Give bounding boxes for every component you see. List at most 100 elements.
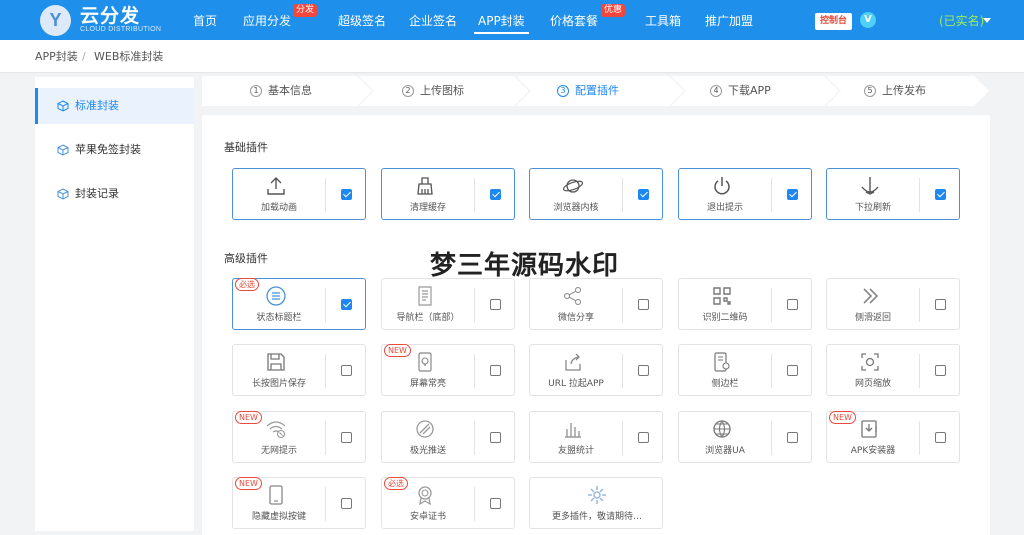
nav-item-enterprise-sign[interactable]: 企业签名 [409,0,457,40]
plugin-label: 屏幕常亮 [409,379,446,389]
plugin-label: 状态标题栏 [256,313,302,323]
advanced-plugin-card[interactable]: 安卓证书 必选 [381,477,515,529]
advanced-plugin-card[interactable]: 导航栏（底部） [381,278,515,330]
basic-plugin-card[interactable]: 浏览器内核 [529,168,663,220]
share-icon [563,286,582,306]
advanced-plugin-card[interactable]: 隐藏虚拟按键 NEW [232,477,366,529]
sidebar-item-wrap-records[interactable]: 封装记录 [35,176,194,212]
sidebar-item-label: 标准封装 [75,99,119,112]
sidebar-item-apple-wrap[interactable]: 苹果免签封装 [35,132,194,168]
basic-plugin-card[interactable]: 退出提示 [678,168,812,220]
plugin-checkbox[interactable] [787,299,798,310]
nav-badge-distribution: 分发 [293,4,318,17]
plugin-checkbox[interactable] [935,432,946,443]
plugin-label: 极光推送 [409,446,446,456]
plugin-checkbox[interactable] [787,189,798,200]
advanced-plugin-card[interactable]: 屏幕常亮 NEW [381,344,515,396]
step-upload-icon[interactable]: 2 上传图标 [402,76,464,106]
plugin-checkbox[interactable] [341,365,352,376]
cube-icon [57,100,69,112]
planet-icon [562,179,584,193]
card-divider [622,354,623,388]
plugin-checkbox[interactable] [787,432,798,443]
nav-item-toolbox[interactable]: 工具箱 [645,0,681,40]
plugin-checkbox[interactable] [490,365,501,376]
step-configure-plugins[interactable]: 3 配置插件 [557,76,619,106]
basic-plugin-card[interactable]: 下拉刷新 [826,168,960,220]
advanced-plugin-card[interactable]: 浏览器UA [678,411,812,463]
advanced-plugin-card[interactable]: 状态标题栏 必选 [232,278,366,330]
plugin-label: 长按图片保存 [251,379,306,389]
advanced-plugin-card[interactable]: APK安装器 NEW [826,411,960,463]
new-badge: NEW [235,411,262,424]
sidebar-item-standard-wrap[interactable]: 标准封装 [35,88,194,124]
plugin-checkbox[interactable] [490,189,501,200]
double-chevron-icon [863,288,879,304]
advanced-plugin-card[interactable]: URL 拉起APP [529,344,663,396]
certificate-icon [418,486,432,506]
card-divider [771,421,772,455]
advanced-plugin-card[interactable]: 长按图片保存 [232,344,366,396]
chevron-down-icon[interactable] [983,18,991,23]
console-button[interactable]: 控制台 [815,13,852,30]
brand-logo[interactable]: Y 云分发 CLOUD DISTRIBUTION [40,5,180,36]
step-upload-publish[interactable]: 5 上传发布 [864,76,926,106]
plugin-label: 清理缓存 [409,203,446,213]
advanced-plugin-card[interactable]: 侧边栏 [678,344,812,396]
basic-plugin-card[interactable]: 加载动画 [232,168,366,220]
plugin-label: 更多插件，敬请期待… [551,512,642,522]
zoom-frame-icon [861,353,879,371]
plugin-label: 安卓证书 [409,512,446,522]
plugin-checkbox[interactable] [638,299,649,310]
plugin-checkbox[interactable] [935,365,946,376]
brand-name: 云分发 [80,5,141,27]
plugin-checkbox[interactable] [341,189,352,200]
nav-item-app-wrap[interactable]: APP封装 [474,0,529,40]
basic-plugins-title: 基础插件 [224,141,268,154]
nav-item-super-sign[interactable]: 超级签名 [338,0,386,40]
advanced-plugin-card[interactable]: 识别二维码 [678,278,812,330]
plugin-checkbox[interactable] [638,432,649,443]
step-basic-info[interactable]: 1 基本信息 [250,76,312,106]
wifi-off-icon [266,421,286,439]
breadcrumb-root[interactable]: APP封装 [35,40,78,73]
sidebar-item-label: 苹果免签封装 [75,143,141,156]
save-icon [267,353,285,371]
plugin-checkbox[interactable] [490,299,501,310]
plugin-checkbox[interactable] [787,365,798,376]
nav-item-affiliate[interactable]: 推广加盟 [705,0,753,40]
export-icon [565,353,581,371]
plugin-checkbox[interactable] [638,365,649,376]
new-badge: NEW [829,411,856,424]
document-icon [418,286,432,306]
plugin-checkbox[interactable] [341,299,352,310]
plugin-label: 浏览器UA [705,446,745,456]
card-divider [474,421,475,455]
advanced-plugin-card[interactable]: 友盟统计 [529,411,663,463]
advanced-plugin-card[interactable]: 无网提示 NEW [232,411,366,463]
plugin-label: 微信分享 [557,313,594,323]
plugin-label: 侧边栏 [711,379,739,389]
nav-item-app-distribution[interactable]: 应用分发 [243,0,291,40]
plugin-label: 隐藏虚拟按键 [251,512,306,522]
plugin-checkbox[interactable] [341,498,352,509]
advanced-plugin-card[interactable]: 极光推送 [381,411,515,463]
plugin-checkbox[interactable] [490,498,501,509]
basic-plugin-card[interactable]: 清理缓存 [381,168,515,220]
plugin-label: 导航栏（底部） [396,313,460,323]
plugin-checkbox[interactable] [490,432,501,443]
plugin-checkbox[interactable] [935,189,946,200]
user-menu[interactable]: (已实名) [939,0,984,42]
advanced-plugin-card[interactable]: 侧滑返回 [826,278,960,330]
step-progress: 1 基本信息 2 上传图标 3 配置插件 4 下载APP 5 上传发布 [202,76,990,106]
nav-item-pricing[interactable]: 价格套餐 [550,0,598,40]
plugin-checkbox[interactable] [341,432,352,443]
advanced-plugin-card[interactable]: 网页缩放 [826,344,960,396]
step-download-app[interactable]: 4 下载APP [710,76,771,106]
phone-settings-icon [714,352,730,372]
nav-item-home[interactable]: 首页 [193,0,217,40]
advanced-plugin-card[interactable]: 微信分享 [529,278,663,330]
plugin-checkbox[interactable] [935,299,946,310]
plugin-checkbox[interactable] [638,189,649,200]
plugin-label: 网页缩放 [854,379,891,389]
